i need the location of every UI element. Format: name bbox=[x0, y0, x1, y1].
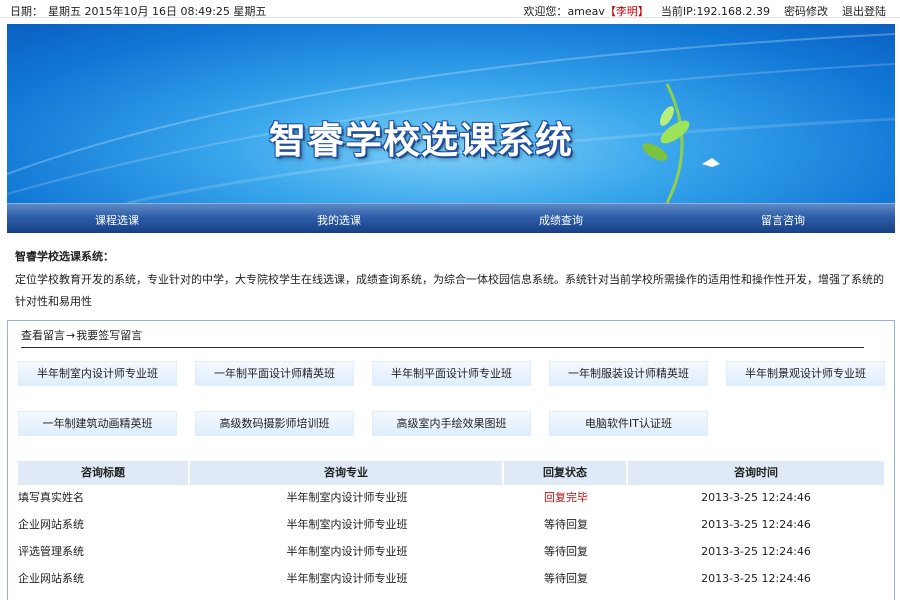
breadcrumb: 查看留言→我要签写留言 bbox=[21, 327, 142, 343]
date-label: 日期： bbox=[10, 5, 43, 18]
nav-message-consult[interactable]: 留言咨询 bbox=[673, 212, 893, 228]
table-row[interactable]: 企业网站系统 半年制室内设计师专业班 等待回复 2013-3-25 12:24:… bbox=[18, 512, 884, 539]
ip-label: 当前IP: bbox=[660, 5, 697, 18]
welcome-label: 欢迎您： bbox=[523, 5, 568, 18]
view-messages-link[interactable]: 查看留言 bbox=[21, 329, 65, 342]
user-area: 欢迎您：ameav【李明】 当前IP:192.168.2.39 密码修改 退出登陆 bbox=[523, 3, 886, 19]
change-password-link[interactable]: 密码修改 bbox=[784, 5, 828, 18]
header-banner: 智睿学校选课系统 bbox=[7, 24, 895, 203]
main-nav: 课程选课 我的选课 成绩查询 留言咨询 bbox=[7, 203, 895, 233]
logout-link[interactable]: 退出登陆 bbox=[842, 5, 886, 18]
course-button[interactable]: 高级室内手绘效果图班 bbox=[372, 411, 531, 436]
table-row[interactable]: 评选管理系统 半年制室内设计师专业班 等待回复 2013-3-25 12:24:… bbox=[18, 539, 884, 566]
top-bar: 日期： 星期五 2015年10月 16日 08:49:25 星期五 欢迎您：ame… bbox=[0, 0, 900, 18]
header-time: 咨询时间 bbox=[628, 461, 884, 485]
message-panel: 查看留言→我要签写留言 半年制室内设计师专业班 一年制平面设计师精英班 半年制平… bbox=[7, 320, 895, 600]
course-button[interactable]: 一年制服装设计师精英班 bbox=[549, 361, 708, 386]
header-title: 咨询标题 bbox=[18, 461, 188, 485]
cell-time: 2013-3-25 12:24:46 bbox=[701, 545, 811, 558]
course-button[interactable]: 一年制建筑动画精英班 bbox=[18, 411, 177, 436]
course-button[interactable]: 一年制平面设计师精英班 bbox=[195, 361, 354, 386]
nav-grade-query[interactable]: 成绩查询 bbox=[451, 212, 671, 228]
user-realname: 【李明】 bbox=[604, 5, 649, 18]
header-status: 回复状态 bbox=[504, 461, 626, 485]
table-row[interactable]: 企业网站系统 半年制室内设计师专业班 等待回复 2013-3-25 12:24:… bbox=[18, 566, 884, 593]
table-row[interactable]: 填写真实姓名 半年制室内设计师专业班 回复完毕 2013-3-25 12:24:… bbox=[18, 485, 884, 512]
write-message-link[interactable]: 我要签写留言 bbox=[76, 329, 142, 342]
ip-value: 192.168.2.39 bbox=[696, 5, 770, 18]
nav-course-selection[interactable]: 课程选课 bbox=[7, 212, 227, 228]
status-badge: 等待回复 bbox=[544, 545, 588, 558]
nav-my-courses[interactable]: 我的选课 bbox=[229, 212, 449, 228]
status-badge: 等待回复 bbox=[544, 518, 588, 531]
cell-major: 半年制室内设计师专业班 bbox=[286, 545, 408, 558]
cell-time: 2013-3-25 12:24:46 bbox=[701, 491, 811, 504]
cell-title[interactable]: 企业网站系统 bbox=[18, 566, 190, 593]
status-badge: 等待回复 bbox=[544, 572, 588, 585]
intro-section: 智睿学校选课系统： 定位学校教育开发的系统，专业针对的中学，大专院校学生在线选课… bbox=[15, 248, 891, 313]
table-header: 咨询标题 咨询专业 回复状态 咨询时间 bbox=[18, 461, 884, 485]
divider bbox=[21, 347, 864, 348]
cell-major: 半年制室内设计师专业班 bbox=[286, 572, 408, 585]
cell-time: 2013-3-25 12:24:46 bbox=[701, 572, 811, 585]
cell-major: 半年制室内设计师专业班 bbox=[286, 491, 408, 504]
header-major: 咨询专业 bbox=[190, 461, 502, 485]
date-area: 日期： 星期五 2015年10月 16日 08:49:25 星期五 bbox=[10, 3, 271, 19]
system-title: 智睿学校选课系统 bbox=[269, 119, 573, 162]
username: ameav bbox=[567, 5, 605, 18]
intro-text: 定位学校教育开发的系统，专业针对的中学，大专院校学生在线选课，成绩查询系统，为综… bbox=[15, 273, 884, 308]
course-button[interactable]: 半年制平面设计师专业班 bbox=[372, 361, 531, 386]
course-button[interactable]: 电脑软件IT认证班 bbox=[549, 411, 708, 436]
arrow-icon: → bbox=[66, 329, 76, 342]
cell-major: 半年制室内设计师专业班 bbox=[286, 518, 408, 531]
cell-title[interactable]: 填写真实姓名 bbox=[18, 485, 190, 512]
cell-time: 2013-3-25 12:24:46 bbox=[701, 518, 811, 531]
cell-title[interactable]: 企业网站系统 bbox=[18, 512, 190, 539]
status-badge: 回复完毕 bbox=[544, 491, 588, 504]
course-button[interactable]: 半年制景观设计师专业班 bbox=[726, 361, 885, 386]
course-button[interactable]: 半年制室内设计师专业班 bbox=[18, 361, 177, 386]
date-value: 星期五 2015年10月 16日 08:49:25 星期五 bbox=[48, 5, 267, 18]
intro-heading: 智睿学校选课系统： bbox=[15, 250, 114, 263]
cell-title[interactable]: 评选管理系统 bbox=[18, 539, 190, 566]
course-button[interactable]: 高级数码摄影师培训班 bbox=[195, 411, 354, 436]
